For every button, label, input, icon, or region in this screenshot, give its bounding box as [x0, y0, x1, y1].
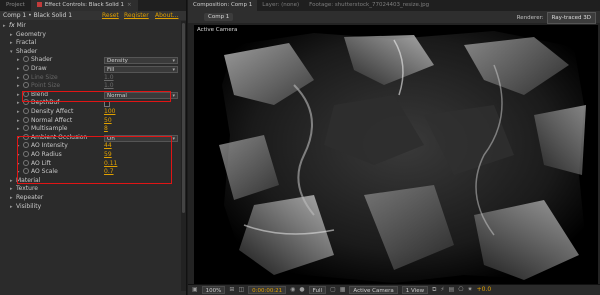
stopwatch-icon[interactable] — [23, 108, 29, 114]
property-value[interactable]: 1.0 — [104, 74, 114, 83]
property-row[interactable]: ▸ Shader Density ▾ — [0, 56, 180, 65]
region-of-interest-icon[interactable]: ▢ — [330, 286, 336, 294]
composition-panel: Composition: Comp 1 Layer: (none) Footag… — [188, 0, 600, 295]
fast-previews-icon[interactable]: ⚡ — [440, 286, 444, 294]
property-label: Density Affect — [31, 108, 74, 115]
property-row[interactable]: ▾ Shader — [0, 48, 180, 57]
stopwatch-icon[interactable] — [23, 116, 29, 123]
renderer-control: Renderer: Ray-traced 3D — [516, 12, 596, 24]
property-label: Fractal — [16, 39, 37, 47]
layer-color-icon — [36, 2, 42, 7]
property-dropdown[interactable]: Fill ▾ — [104, 66, 178, 73]
chevron-down-icon: ▾ — [172, 58, 175, 65]
property-label: Repeater — [16, 194, 44, 201]
tab-composition[interactable]: Composition: Comp 1 — [188, 0, 258, 11]
camera-view-select[interactable]: Active Camera — [349, 286, 398, 294]
property-value[interactable]: 8 — [104, 125, 108, 134]
active-camera-label: Active Camera — [197, 27, 238, 33]
property-label: Texture — [16, 185, 38, 193]
property-row[interactable]: ▸ Point Size 1.0 — [0, 82, 180, 91]
disclosure-triangle-icon[interactable]: ▸ — [17, 74, 23, 83]
dropdown-value: Fill — [107, 67, 115, 73]
scrollbar-thumb[interactable] — [182, 23, 185, 213]
stopwatch-icon[interactable] — [23, 73, 29, 80]
about-link[interactable]: About... — [155, 11, 178, 20]
property-row[interactable]: ▸ Normal Affect 50 — [0, 116, 180, 126]
property-value[interactable]: 100 — [104, 108, 115, 117]
property-row[interactable]: ▸ Fractal — [0, 39, 180, 48]
property-label: Shader — [31, 56, 53, 64]
comp-tab[interactable]: Comp 1 — [204, 13, 234, 21]
resolution-select[interactable]: Full — [308, 286, 327, 294]
render-image — [194, 25, 598, 284]
property-row[interactable]: ▸ Multisample 8 — [0, 125, 180, 134]
magnification-select[interactable]: 100% — [201, 286, 226, 294]
stopwatch-icon[interactable] — [23, 65, 29, 71]
property-row[interactable]: ▸ Line Size 1.0 — [0, 73, 180, 83]
chevron-down-icon: ▾ — [172, 92, 175, 99]
flowchart-icon[interactable]: ⎔ — [458, 286, 463, 294]
stopwatch-icon[interactable] — [23, 125, 29, 132]
property-label: Normal Affect — [31, 116, 73, 124]
property-label: Line Size — [31, 73, 58, 81]
chevron-down-icon: ▾ — [172, 135, 175, 142]
snapshot-icon[interactable]: ◉ — [290, 286, 295, 294]
dropdown-value: Density — [107, 58, 128, 65]
current-time[interactable]: 0:00:00:21 — [248, 286, 287, 294]
register-link[interactable]: Register — [124, 11, 149, 20]
property-value[interactable]: 1.0 — [104, 82, 114, 91]
tab-project[interactable]: Project — [0, 0, 31, 11]
show-channel-icon[interactable]: ● — [299, 286, 304, 294]
property-row[interactable]: ▸ fx Mir — [0, 22, 180, 31]
property-row[interactable]: ▸ Geometry — [0, 31, 180, 40]
property-row[interactable]: ▸ Visibility — [0, 203, 180, 212]
timeline-icon[interactable]: ▤ — [449, 286, 455, 294]
chevron-down-icon: ▾ — [172, 67, 175, 73]
tab-layer[interactable]: Layer: (none) — [257, 0, 304, 11]
comp-path: Comp 1 • Black Solid 1 — [3, 12, 73, 19]
property-label: Point Size — [31, 82, 61, 90]
property-label: Shader — [16, 47, 38, 55]
property-row[interactable]: ▸ Repeater — [0, 194, 180, 203]
scrollbar[interactable] — [181, 21, 186, 291]
safe-zones-icon[interactable]: ⊞ — [229, 286, 234, 294]
renderer-button[interactable]: Ray-traced 3D — [546, 12, 596, 24]
highlight-box-ambient-occlusion — [17, 136, 172, 184]
exposure-icon[interactable]: ✷ — [468, 286, 473, 294]
close-icon[interactable]: × — [127, 2, 132, 8]
right-tab-bar: Composition: Comp 1 Layer: (none) Footag… — [188, 0, 600, 11]
stopwatch-icon[interactable] — [23, 82, 29, 89]
effect-controls-panel: Project Effect Controls: Black Solid 1 × … — [0, 0, 187, 295]
tab-effect-controls[interactable]: Effect Controls: Black Solid 1 × — [30, 0, 138, 11]
tab-footage[interactable]: Footage: shutterstock_77024403_resize.jp… — [304, 0, 434, 11]
stopwatch-icon[interactable] — [23, 56, 29, 63]
renderer-label: Renderer: — [516, 15, 544, 21]
always-preview-icon[interactable]: ▣ — [192, 286, 198, 294]
pixel-aspect-icon[interactable]: ⧉ — [432, 286, 436, 294]
property-label: Mir — [16, 22, 26, 29]
property-label: Geometry — [16, 30, 46, 38]
property-label: Visibility — [16, 202, 42, 210]
reset-link[interactable]: Reset — [102, 11, 119, 20]
fx-toggle-icon[interactable]: fx — [9, 22, 17, 29]
property-label: Multisample — [31, 125, 68, 133]
view-layout-select[interactable]: 1 View — [401, 286, 429, 294]
property-dropdown[interactable]: Density ▾ — [104, 57, 178, 65]
property-value[interactable]: 50 — [104, 117, 112, 126]
mask-visibility-icon[interactable]: ◫ — [238, 286, 244, 294]
left-tab-bar: Project Effect Controls: Black Solid 1 × — [0, 0, 186, 11]
property-row[interactable]: ▸ Texture — [0, 185, 180, 194]
highlight-box-blend — [22, 91, 171, 102]
viewer-bottom-bar: ▣ 100% ⊞ ◫ 0:00:00:21 ◉ ● Full ▢ ▦ Activ… — [188, 284, 600, 295]
composition-toolbar: Comp 1 Renderer: Ray-traced 3D — [188, 11, 600, 24]
transparency-grid-icon[interactable]: ▦ — [340, 286, 346, 294]
exposure-value[interactable]: +0.0 — [477, 286, 492, 294]
disclosure-triangle-icon[interactable]: ▸ — [17, 117, 23, 126]
property-label: Draw — [31, 65, 47, 72]
composition-viewer[interactable]: Active Camera — [194, 25, 598, 284]
property-row[interactable]: ▸ Density Affect 100 — [0, 108, 180, 117]
property-row[interactable]: ▸ Draw Fill ▾ — [0, 65, 180, 74]
